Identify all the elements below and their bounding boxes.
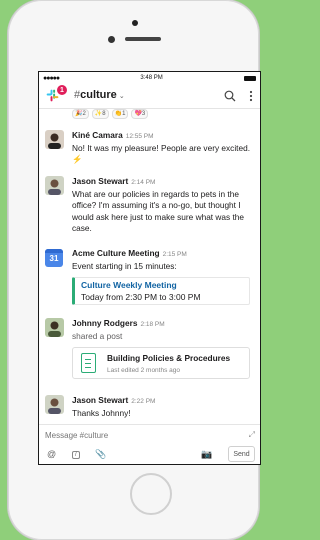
- more-vertical-icon[interactable]: [249, 90, 253, 102]
- avatar[interactable]: [45, 176, 64, 195]
- home-button[interactable]: [130, 473, 172, 515]
- avatar[interactable]: [45, 318, 64, 337]
- chevron-down-icon: ⌄: [118, 93, 125, 100]
- message-author[interactable]: Johnny Rodgers: [72, 318, 137, 328]
- front-camera: [108, 36, 115, 43]
- message-time: 2:15 PM: [162, 251, 187, 258]
- event-title[interactable]: Culture Weekly Meeting: [81, 280, 243, 291]
- notification-badge: 1: [57, 85, 67, 95]
- message-author[interactable]: Acme Culture Meeting: [72, 248, 160, 258]
- message-time: 12:55 PM: [125, 133, 154, 140]
- zap-emoji: ⚡: [72, 154, 83, 164]
- message-text: Thanks Johnny!: [72, 407, 131, 418]
- avatar[interactable]: [45, 395, 64, 414]
- phone-frame: ●●●●● 3:48 PM 1 #culture ⌄ 🎉2 ✨8 👏1 💖3 K…: [8, 0, 260, 540]
- attachment-icon[interactable]: 📎: [95, 449, 106, 460]
- slash-command-icon[interactable]: /: [72, 451, 80, 459]
- shared-post-label: shared a post: [72, 330, 123, 341]
- document-icon: [81, 353, 96, 373]
- reaction-pill[interactable]: 🎉2: [72, 109, 89, 119]
- message-input[interactable]: [45, 431, 225, 440]
- app-screen: ●●●●● 3:48 PM 1 #culture ⌄ 🎉2 ✨8 👏1 💖3 K…: [39, 72, 260, 464]
- front-sensor: [132, 20, 138, 26]
- earpiece-speaker: [125, 37, 161, 41]
- post-last-edited: Last edited 2 months ago: [107, 367, 180, 374]
- message-text: No! It was my pleasure! People are very …: [72, 142, 251, 153]
- status-time: 3:48 PM: [140, 75, 163, 81]
- search-icon[interactable]: [224, 90, 236, 102]
- channel-name: culture: [80, 89, 117, 101]
- channel-header: 1 #culture ⌄: [39, 84, 260, 109]
- message-composer: ⤢ @ / 📎 📷 Send: [39, 424, 260, 464]
- calendar-icon: 31: [45, 249, 63, 267]
- event-card[interactable]: Culture Weekly Meeting Today from 2:30 P…: [72, 277, 250, 305]
- message-time: 2:22 PM: [131, 398, 156, 405]
- mention-icon[interactable]: @: [47, 449, 56, 459]
- message-jason-pets: Jason Stewart 2:14 PM What are our polici…: [45, 176, 253, 235]
- message-time: 2:14 PM: [131, 179, 156, 186]
- battery-icon: [244, 75, 256, 81]
- message-author[interactable]: Jason Stewart: [72, 395, 128, 405]
- reactions-row: 🎉2 ✨8 👏1 💖3: [72, 109, 149, 119]
- message-meeting: 31 Acme Culture Meeting 2:15 PM Event sta…: [45, 248, 253, 305]
- reaction-pill[interactable]: 💖3: [131, 109, 149, 119]
- message-kine: Kiné Camara 12:55 PM No! It was my pleasu…: [45, 130, 253, 166]
- message-text: What are our policies in regards to pets…: [72, 188, 245, 234]
- avatar[interactable]: [45, 130, 64, 149]
- message-author[interactable]: Kiné Camara: [72, 130, 123, 140]
- reaction-pill[interactable]: ✨8: [91, 109, 109, 119]
- expand-icon[interactable]: ⤢: [249, 430, 255, 440]
- send-button[interactable]: Send: [228, 446, 255, 462]
- event-time: Today from 2:30 PM to 3:00 PM: [81, 292, 201, 302]
- reaction-pill[interactable]: 👏1: [111, 109, 129, 119]
- message-time: 2:18 PM: [140, 321, 165, 328]
- signal-indicator: ●●●●●: [43, 74, 60, 82]
- post-title[interactable]: Building Policies & Procedures: [107, 353, 230, 365]
- channel-title[interactable]: #culture ⌄: [74, 89, 125, 101]
- status-bar: ●●●●● 3:48 PM: [39, 72, 260, 84]
- message-johnny: Johnny Rodgers 2:18 PM shared a post Buil…: [45, 318, 253, 379]
- camera-icon[interactable]: 📷: [201, 449, 212, 460]
- shared-post-card[interactable]: Building Policies & Procedures Last edit…: [72, 347, 250, 379]
- message-author[interactable]: Jason Stewart: [72, 176, 128, 186]
- message-text: Event starting in 15 minutes:: [72, 260, 177, 271]
- message-jason-thanks: Jason Stewart 2:22 PM Thanks Johnny!: [45, 395, 253, 419]
